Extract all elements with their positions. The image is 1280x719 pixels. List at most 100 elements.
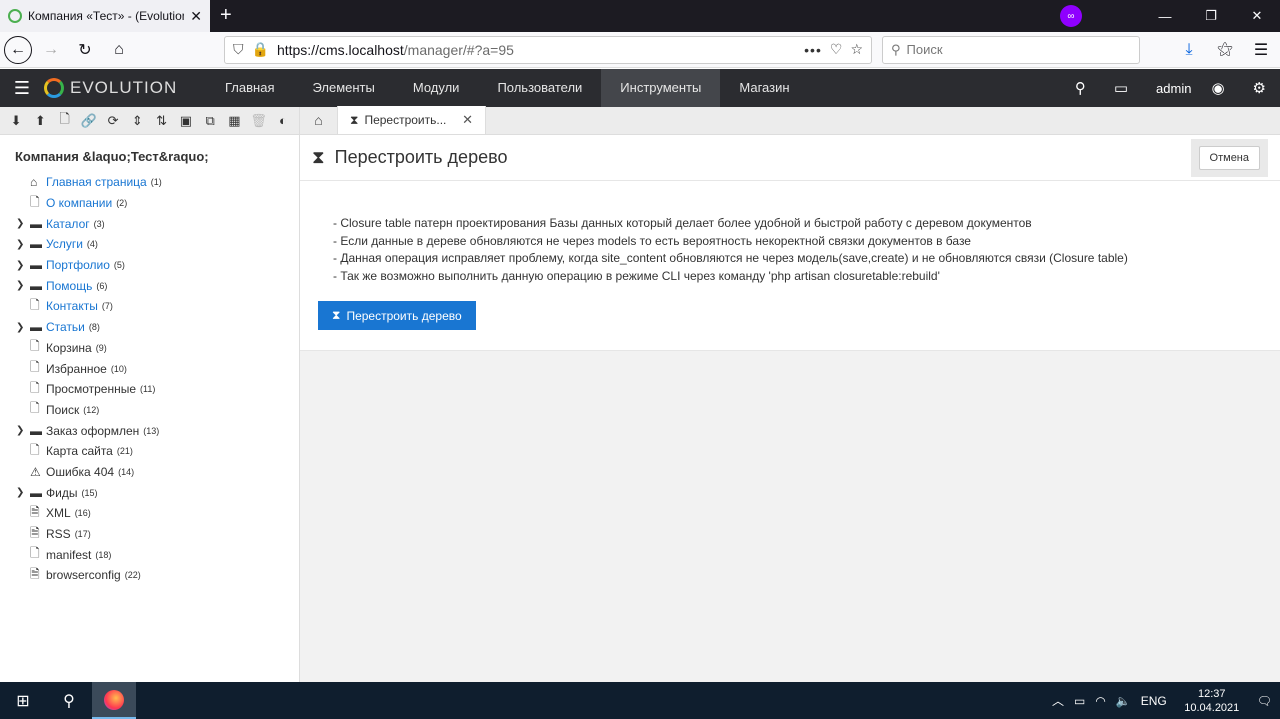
tree-item-label[interactable]: Поиск bbox=[46, 403, 79, 417]
tree-item-label[interactable]: Услуги bbox=[46, 237, 83, 251]
tree-item[interactable]: ❯ ▬ Статьи (8) bbox=[0, 317, 299, 338]
tree-item-label[interactable]: Каталог bbox=[46, 217, 90, 231]
tree-item-label[interactable]: Корзина bbox=[46, 341, 92, 355]
tree-item[interactable]: ❯ ▬ Каталог (3) bbox=[0, 213, 299, 234]
user-name[interactable]: admin bbox=[1142, 81, 1197, 96]
close-window-icon[interactable]: ✕ bbox=[1234, 8, 1280, 24]
tree-item[interactable]: ❯ ▬ Фиды (15) bbox=[0, 482, 299, 503]
menu-icon[interactable]: ☰ bbox=[1246, 35, 1276, 65]
pocket-icon[interactable]: ♡ bbox=[830, 41, 843, 58]
menu-item-tools[interactable]: Инструменты bbox=[601, 69, 721, 107]
tree-item-label[interactable]: browserconfig bbox=[46, 568, 121, 582]
tree-item-label[interactable]: Фиды bbox=[46, 486, 77, 500]
shield-icon[interactable]: ⛉ bbox=[233, 41, 244, 58]
site-name[interactable]: Компания &laquo;Тест&raquo; bbox=[0, 135, 299, 172]
chevron-right-icon[interactable]: ❯ bbox=[16, 260, 30, 271]
chevron-right-icon[interactable]: ❯ bbox=[16, 239, 30, 250]
menu-item-home[interactable]: Главная bbox=[206, 69, 293, 107]
tree-item[interactable]: 🗎 RSS (17) bbox=[0, 524, 299, 545]
grid-icon[interactable]: ▦ bbox=[222, 113, 246, 129]
page-actions-icon[interactable]: ••• bbox=[804, 42, 822, 58]
user-avatar-icon[interactable]: ◉ bbox=[1197, 79, 1238, 97]
sort-order-icon[interactable]: ⇅ bbox=[150, 113, 174, 129]
downloads-icon[interactable]: ⤓ bbox=[1174, 35, 1204, 65]
chevron-right-icon[interactable]: ❯ bbox=[16, 487, 30, 498]
tree-item-label[interactable]: Ошибка 404 bbox=[46, 465, 114, 479]
language-indicator[interactable]: ENG bbox=[1141, 694, 1167, 708]
tree-item[interactable]: ❯ ▬ Портфолио (5) bbox=[0, 255, 299, 276]
trash-icon[interactable]: 🗑 bbox=[247, 113, 271, 129]
copy-icon[interactable]: ⧉ bbox=[198, 113, 222, 129]
chevron-right-icon[interactable]: ❯ bbox=[16, 425, 30, 436]
collapse-all-icon[interactable]: ⬆ bbox=[28, 113, 52, 129]
firefox-taskbar-button[interactable] bbox=[92, 682, 136, 719]
tab-rebuild[interactable]: ⧗ Перестроить... ✕ bbox=[338, 106, 486, 134]
windows-start-icon[interactable]: ⊞ bbox=[0, 691, 46, 711]
new-document-icon[interactable]: 🗋 bbox=[53, 110, 77, 132]
tree-item[interactable]: ❯ ▬ Помощь (6) bbox=[0, 275, 299, 296]
chevron-right-icon[interactable]: ❯ bbox=[16, 218, 30, 229]
tree-item[interactable]: 🗎 browserconfig (22) bbox=[0, 565, 299, 586]
expand-all-icon[interactable]: ⬇ bbox=[4, 113, 28, 129]
tree-item-label[interactable]: Помощь bbox=[46, 279, 92, 293]
forward-button[interactable]: → bbox=[36, 35, 66, 65]
tree-item[interactable]: 🗎 XML (16) bbox=[0, 503, 299, 524]
tree-item[interactable]: 🗋 Карта сайта (21) bbox=[0, 441, 299, 462]
tree-item[interactable]: 🗋 manifest (18) bbox=[0, 544, 299, 565]
tree-item[interactable]: 🗋 Корзина (9) bbox=[0, 338, 299, 359]
tree-item-label[interactable]: Главная страница bbox=[46, 175, 147, 189]
menu-item-users[interactable]: Пользователи bbox=[478, 69, 601, 107]
chevron-right-icon[interactable]: ❯ bbox=[16, 322, 30, 333]
close-tab-icon[interactable]: ✕ bbox=[190, 8, 202, 25]
menu-item-store[interactable]: Магазин bbox=[720, 69, 808, 107]
clock[interactable]: 12:37 10.04.2021 bbox=[1177, 687, 1247, 715]
battery-icon[interactable]: ▭ bbox=[1074, 694, 1085, 708]
library-icon[interactable]: ⚝ bbox=[1210, 35, 1240, 65]
rebuild-tree-button[interactable]: ⧗ Перестроить дерево bbox=[318, 301, 476, 330]
home-button[interactable]: ⌂ bbox=[104, 35, 134, 65]
browser-tab[interactable]: Компания «Тест» - (Evolution ✕ bbox=[0, 0, 210, 32]
tree-item-label[interactable]: manifest bbox=[46, 548, 91, 562]
notifications-icon[interactable]: 🗨 bbox=[1257, 694, 1272, 708]
restore-icon[interactable]: ❐ bbox=[1188, 8, 1234, 24]
sort-icon[interactable]: ⇕ bbox=[125, 113, 149, 129]
tree-item[interactable]: ❯ ▬ Заказ оформлен (13) bbox=[0, 420, 299, 441]
tree-item[interactable]: ⚠ Ошибка 404 (14) bbox=[0, 462, 299, 483]
tree-item-label[interactable]: Карта сайта bbox=[46, 444, 113, 458]
new-tab-button[interactable]: + bbox=[210, 0, 242, 32]
tree-item[interactable]: ❯ ▬ Услуги (4) bbox=[0, 234, 299, 255]
wifi-icon[interactable]: ◠ bbox=[1095, 694, 1105, 708]
camera-icon[interactable]: ▣ bbox=[174, 113, 198, 129]
tree-item-label[interactable]: Избранное bbox=[46, 362, 107, 376]
close-tab-icon[interactable]: ✕ bbox=[462, 112, 473, 128]
tree-item-label[interactable]: RSS bbox=[46, 527, 71, 541]
chevron-right-icon[interactable]: ❯ bbox=[16, 280, 30, 291]
chevron-up-icon[interactable]: ︿ bbox=[1052, 692, 1064, 709]
tree-item[interactable]: ⌂ Главная страница (1) bbox=[0, 172, 299, 193]
search-input[interactable]: ⚲ Поиск bbox=[882, 35, 1140, 64]
reload-button[interactable]: ↻ bbox=[70, 35, 100, 65]
tree-item[interactable]: 🗋 О компании (2) bbox=[0, 193, 299, 214]
evolution-logo[interactable]: EVOLUTION bbox=[44, 78, 206, 98]
bookmark-star-icon[interactable]: ☆ bbox=[850, 41, 863, 58]
monitor-icon[interactable]: ▭ bbox=[1100, 79, 1142, 97]
menu-item-elements[interactable]: Элементы bbox=[293, 69, 393, 107]
tree-item-label[interactable]: О компании bbox=[46, 196, 112, 210]
cancel-button[interactable]: Отмена bbox=[1198, 145, 1260, 170]
tree-item[interactable]: 🗋 Просмотренные (11) bbox=[0, 379, 299, 400]
menu-item-modules[interactable]: Модули bbox=[394, 69, 479, 107]
theme-contrast-icon[interactable]: ◐ bbox=[271, 113, 295, 128]
sidebar-toggle-icon[interactable]: ☰ bbox=[0, 78, 44, 99]
back-button[interactable]: ← bbox=[4, 35, 32, 64]
tree-item-label[interactable]: XML bbox=[46, 506, 71, 520]
refresh-icon[interactable]: ⟳ bbox=[101, 113, 125, 129]
tree-item-label[interactable]: Контакты bbox=[46, 299, 98, 313]
tree-item[interactable]: 🗋 Поиск (12) bbox=[0, 400, 299, 421]
settings-gears-icon[interactable]: ⚙ bbox=[1239, 79, 1280, 97]
lock-icon[interactable]: 🔒 bbox=[252, 41, 269, 58]
tree-item-label[interactable]: Просмотренные bbox=[46, 382, 136, 396]
tree-item-label[interactable]: Портфолио bbox=[46, 258, 110, 272]
minimize-icon[interactable]: — bbox=[1142, 9, 1188, 24]
new-weblink-icon[interactable]: 🔗 bbox=[77, 113, 101, 129]
home-tab-icon[interactable]: ⌂ bbox=[300, 106, 338, 134]
